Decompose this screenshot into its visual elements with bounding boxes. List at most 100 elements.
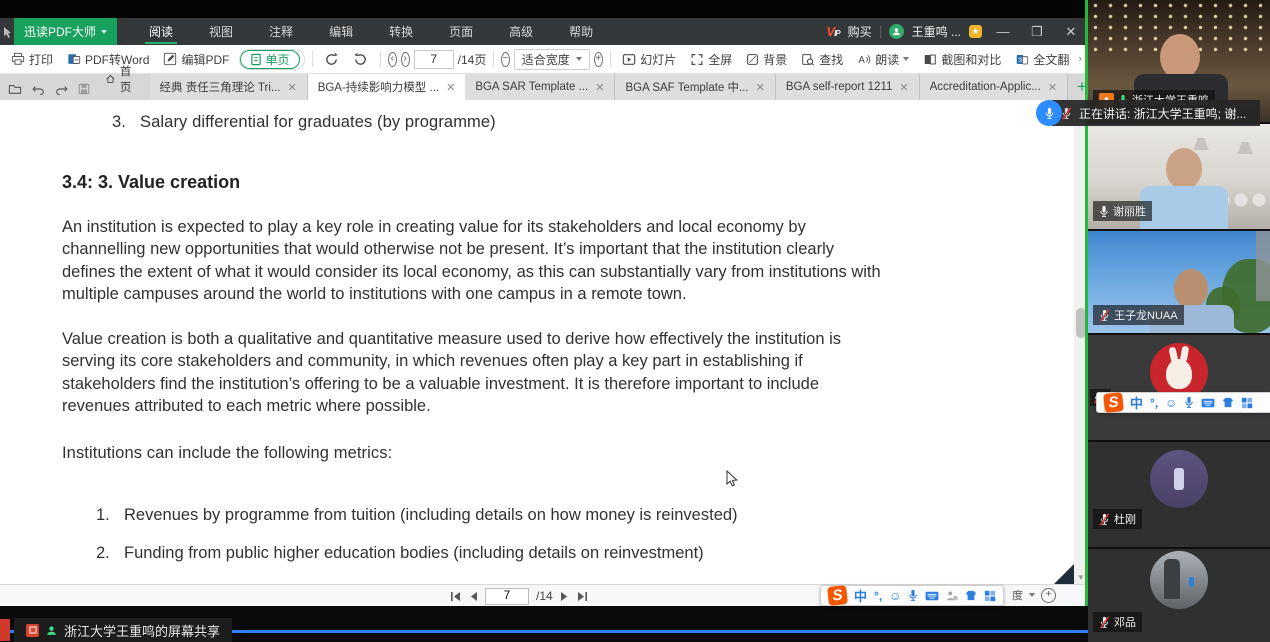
find-button[interactable]: 查找: [796, 49, 848, 70]
ime-language-toggle[interactable]: 中: [854, 586, 867, 605]
close-button[interactable]: ✕: [1058, 18, 1084, 45]
participant-tile-wang-zilong[interactable]: 王子龙NUAA: [1088, 231, 1270, 333]
zoom-out-button[interactable]: −: [501, 52, 510, 67]
buy-button[interactable]: 购买: [848, 23, 872, 40]
sogou-toolbox-icon[interactable]: [1241, 397, 1253, 409]
emoji-icon[interactable]: ☺: [1165, 396, 1177, 410]
minimize-button[interactable]: —: [990, 18, 1016, 45]
chevron-down-icon: [576, 57, 582, 61]
close-icon[interactable]: ✕: [446, 81, 455, 94]
meeting-float-button[interactable]: [1036, 100, 1062, 126]
app-menu-button[interactable]: 迅读PDF大师: [14, 18, 117, 45]
fullscreen-button[interactable]: 全屏: [685, 49, 737, 70]
tab-bga-self-report[interactable]: BGA self-report 1211✕: [776, 74, 920, 100]
open-file-icon[interactable]: [8, 83, 22, 95]
user-name[interactable]: 王重鸣 ...: [912, 23, 961, 40]
close-icon[interactable]: ✕: [756, 81, 765, 94]
save-icon[interactable]: [78, 83, 90, 95]
ime-language-toggle[interactable]: 中: [1130, 393, 1143, 412]
prev-page-button[interactable]: ‹: [388, 52, 397, 67]
read-aloud-button[interactable]: A 朗读: [852, 49, 914, 70]
next-page-button[interactable]: ›: [401, 52, 410, 67]
prev-page-button[interactable]: [469, 591, 478, 602]
participant-tile-deng-pin[interactable]: 邓品: [1088, 549, 1270, 642]
participant-tile-rabbit[interactable]: S 中 °, ☺: [1088, 335, 1270, 440]
virtual-keyboard-icon[interactable]: [925, 591, 939, 601]
divider: [312, 51, 313, 67]
taskbar-app-icon[interactable]: [0, 619, 10, 641]
voice-input-icon[interactable]: [1184, 396, 1194, 409]
participant-label: 邓品: [1093, 612, 1142, 632]
app-title: 迅读PDF大师: [24, 23, 96, 40]
virtual-keyboard-icon[interactable]: [1201, 398, 1215, 408]
full-text-translate-button[interactable]: 文 全文翻: [1010, 49, 1074, 70]
menu-read[interactable]: 阅读: [131, 18, 191, 45]
rotate-left-button[interactable]: [348, 50, 373, 69]
tab-classic-triangle[interactable]: 经典 责任三角理论 Tri...✕: [150, 74, 308, 100]
print-button[interactable]: 打印: [6, 49, 58, 70]
participant-tile-du-gang[interactable]: 杜刚: [1088, 442, 1270, 547]
speaking-toast-text: 正在讲话: 浙江大学王重鸣; 谢...: [1079, 105, 1246, 122]
medal-icon[interactable]: ★: [969, 25, 982, 38]
zoom-mode-label[interactable]: 度: [1012, 587, 1023, 603]
ime-punctuation-toggle[interactable]: °,: [1150, 396, 1158, 410]
sogou-logo-icon[interactable]: S: [827, 585, 848, 606]
tab-bar: 首页 经典 责任三角理论 Tri...✕ BGA-持续影响力模型 ...✕ BG…: [0, 74, 1088, 100]
mic-icon: [1099, 205, 1109, 218]
background-button[interactable]: 背景: [741, 49, 792, 70]
skin-icon[interactable]: [965, 590, 977, 601]
undo-icon[interactable]: [32, 83, 45, 95]
menu-page[interactable]: 页面: [431, 18, 491, 45]
participant-tile-xie-lisheng[interactable]: 谢丽胜: [1088, 124, 1270, 229]
page-total-label: /14: [536, 589, 553, 603]
rotate-right-button[interactable]: [319, 50, 344, 69]
home-tab[interactable]: 首页: [98, 63, 150, 100]
sogou-logo-icon[interactable]: S: [1103, 392, 1124, 413]
tab-bga-impact-model[interactable]: BGA-持续影响力模型 ...✕: [308, 74, 466, 100]
screenshare-indicator[interactable]: 浙江大学王重鸣的屏幕共享: [14, 618, 232, 642]
edit-pdf-button[interactable]: 编辑PDF: [158, 49, 234, 70]
menu-advanced[interactable]: 高级: [491, 18, 551, 45]
close-icon[interactable]: ✕: [899, 81, 908, 94]
voice-input-icon[interactable]: [908, 589, 918, 602]
restore-button[interactable]: ❐: [1024, 18, 1050, 45]
menu-annotate[interactable]: 注释: [251, 18, 311, 45]
pencil-square-icon: [163, 52, 177, 66]
screenshare-border: [1085, 0, 1088, 606]
single-page-button[interactable]: 单页: [240, 50, 300, 69]
sogou-toolbox-icon[interactable]: [984, 590, 996, 602]
skin-icon[interactable]: [1222, 397, 1234, 408]
menu-view[interactable]: 视图: [191, 18, 251, 45]
ime-assist-icon[interactable]: [946, 590, 958, 602]
next-page-button[interactable]: [560, 591, 569, 602]
toolbar-overflow-button[interactable]: ›: [1078, 53, 1082, 65]
menu-help[interactable]: 帮助: [551, 18, 611, 45]
emoji-icon[interactable]: ☺: [889, 589, 901, 603]
last-page-button[interactable]: [576, 591, 588, 602]
screenshot-compare-button[interactable]: 截图和对比: [918, 49, 1006, 70]
screen: 迅读PDF大师 阅读 视图 注释 编辑 转换 页面 高级 帮助 VIP 购买: [0, 0, 1270, 642]
user-avatar-icon[interactable]: [889, 24, 904, 39]
tab-accreditation-application[interactable]: Accreditation-Applic...✕: [920, 74, 1068, 100]
page-number-input[interactable]: [485, 588, 529, 605]
redo-icon[interactable]: [55, 83, 68, 95]
chevron-down-icon: [1029, 593, 1035, 597]
first-page-button[interactable]: [450, 591, 462, 602]
close-icon[interactable]: ✕: [595, 81, 604, 94]
zoom-in-button[interactable]: +: [1041, 588, 1056, 603]
slideshow-button[interactable]: 幻灯片: [617, 49, 681, 70]
tab-bga-saf-template[interactable]: BGA SAF Template 中...✕: [615, 74, 775, 100]
ime-punctuation-toggle[interactable]: °,: [874, 589, 882, 603]
tab-bga-sar-template[interactable]: BGA SAR Template ...✕: [465, 74, 615, 100]
close-icon[interactable]: ✕: [1048, 81, 1057, 94]
zoom-in-button[interactable]: +: [594, 52, 603, 67]
mic-muted-icon: [1099, 513, 1110, 526]
mic-muted-icon: [1099, 309, 1110, 322]
zoom-mode-select[interactable]: 适合宽度: [514, 49, 590, 70]
menu-edit[interactable]: 编辑: [311, 18, 371, 45]
page-number-input[interactable]: [414, 50, 454, 69]
close-icon[interactable]: ✕: [287, 81, 296, 94]
double-page-button[interactable]: 双页: [300, 50, 305, 69]
document-area: 3. Salary differential for graduates (by…: [0, 100, 1088, 584]
menu-convert[interactable]: 转换: [371, 18, 431, 45]
